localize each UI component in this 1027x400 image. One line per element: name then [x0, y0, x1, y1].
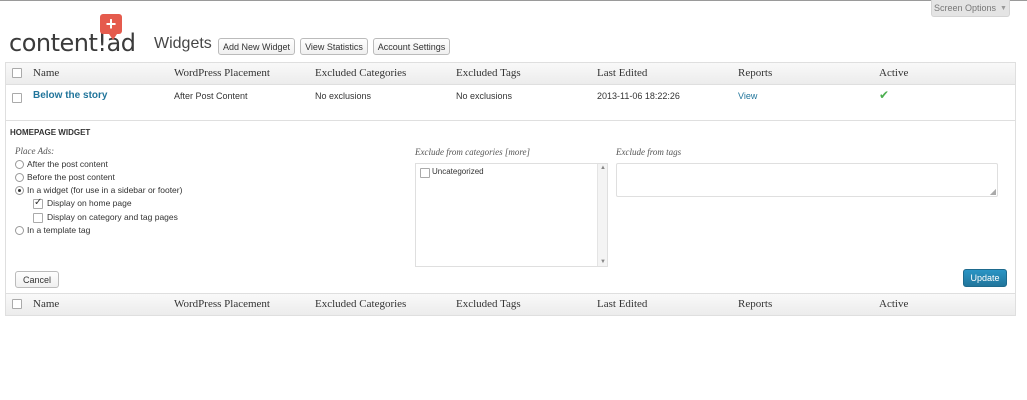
categories-list[interactable]: Uncategorized ▲ ▼ — [415, 163, 608, 267]
checkbox-label: Display on home page — [47, 198, 132, 208]
exclude-tags-textarea[interactable]: ◢ — [616, 163, 998, 197]
widgets-table: Name WordPress Placement Excluded Catego… — [5, 62, 1016, 316]
radio-label: After the post content — [27, 159, 108, 169]
scroll-up-icon[interactable]: ▲ — [600, 165, 606, 171]
contentad-logo: content!ad + — [9, 14, 149, 56]
column-header-placement[interactable]: WordPress Placement — [174, 67, 270, 79]
radio-template-tag[interactable] — [15, 226, 24, 235]
categories-scrollbar[interactable]: ▲ ▼ — [597, 164, 607, 266]
column-header-reports[interactable]: Reports — [738, 67, 772, 79]
admin-bar-edge — [0, 0, 1027, 1]
excluded-tags-cell: No exclusions — [456, 91, 513, 101]
screen-options-label: Screen Options — [934, 3, 997, 13]
category-checkbox[interactable] — [420, 168, 430, 178]
select-all-checkbox[interactable] — [12, 68, 22, 78]
category-label: Uncategorized — [432, 167, 484, 176]
column-footer-name[interactable]: Name — [33, 298, 59, 310]
cancel-button[interactable]: Cancel — [15, 271, 59, 288]
resize-handle-icon[interactable]: ◢ — [990, 187, 996, 196]
column-header-last-edited[interactable]: Last Edited — [597, 67, 647, 79]
excluded-categories-cell: No exclusions — [315, 91, 372, 101]
table-row: Below the story After Post Content No ex… — [6, 85, 1015, 121]
place-ads-label: Place Ads: — [15, 146, 55, 156]
radio-before-post-content[interactable] — [15, 173, 24, 182]
column-footer-excluded-categories[interactable]: Excluded Categories — [315, 298, 406, 310]
column-footer-placement[interactable]: WordPress Placement — [174, 298, 270, 310]
exclude-categories-label[interactable]: Exclude from categories [more] — [415, 147, 530, 157]
radio-label: Before the post content — [27, 172, 115, 182]
column-footer-active[interactable]: Active — [879, 298, 908, 310]
column-footer-last-edited[interactable]: Last Edited — [597, 298, 647, 310]
select-all-checkbox-footer[interactable] — [12, 299, 22, 309]
row-checkbox[interactable] — [12, 93, 22, 103]
chevron-down-icon: ▼ — [1000, 4, 1007, 12]
placement-cell: After Post Content — [174, 91, 248, 101]
table-footer: Name WordPress Placement Excluded Catego… — [6, 293, 1015, 315]
column-footer-excluded-tags[interactable]: Excluded Tags — [456, 298, 521, 310]
view-report-link[interactable]: View — [738, 91, 757, 101]
last-edited-cell: 2013-11-06 18:22:26 — [597, 91, 680, 101]
radio-after-post-content[interactable] — [15, 160, 24, 169]
column-header-excluded-tags[interactable]: Excluded Tags — [456, 67, 521, 79]
widget-name-link[interactable]: Below the story — [33, 90, 107, 101]
radio-in-widget[interactable] — [15, 186, 24, 195]
radio-label: In a template tag — [27, 225, 91, 235]
update-button[interactable]: Update — [963, 269, 1007, 287]
inline-edit-panel: HOMEPAGE WIDGET Place Ads: After the pos… — [6, 122, 1015, 292]
account-settings-button[interactable]: Account Settings — [373, 38, 450, 55]
scroll-down-icon[interactable]: ▼ — [600, 259, 606, 265]
active-check-icon[interactable]: ✔ — [879, 88, 889, 102]
column-header-name[interactable]: Name — [33, 67, 59, 79]
display-home-page-checkbox[interactable] — [33, 197, 43, 209]
table-header: Name WordPress Placement Excluded Catego… — [6, 63, 1015, 85]
plus-icon: + — [100, 14, 122, 40]
page-title: Widgets — [154, 35, 212, 52]
checkbox-label: Display on category and tag pages — [47, 212, 178, 222]
add-new-widget-button[interactable]: Add New Widget — [218, 38, 295, 55]
screen-options-button[interactable]: Screen Options ▼ — [931, 0, 1010, 17]
column-header-excluded-categories[interactable]: Excluded Categories — [315, 67, 406, 79]
column-footer-reports[interactable]: Reports — [738, 298, 772, 310]
radio-label: In a widget (for use in a sidebar or foo… — [27, 185, 183, 195]
column-header-active[interactable]: Active — [879, 67, 908, 79]
exclude-tags-label: Exclude from tags — [616, 147, 682, 157]
display-category-tag-pages-checkbox[interactable] — [33, 213, 43, 223]
widget-edit-title: HOMEPAGE WIDGET — [10, 128, 91, 137]
view-statistics-button[interactable]: View Statistics — [300, 38, 368, 55]
